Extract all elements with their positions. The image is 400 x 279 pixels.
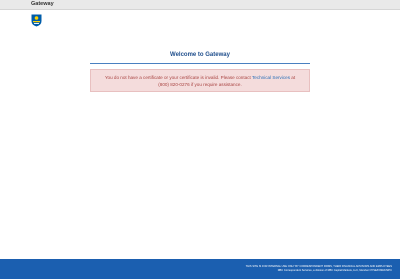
alert-text: You do not have a certificate or your ce… <box>104 75 252 80</box>
footer-legal: RBC Correspondent Services, a division o… <box>277 269 392 272</box>
heading-divider <box>90 63 310 64</box>
rbc-logo-icon[interactable] <box>31 14 42 27</box>
alert-line-2: (800) 820-0276 if you require assistance… <box>158 82 242 87</box>
page-title: Welcome to Gateway <box>170 52 230 58</box>
top-bar: Gateway <box>0 0 400 10</box>
footer: THIS SITE IS FOR INTERNAL USE ONLY BY CO… <box>0 259 400 279</box>
footer-disclaimer: THIS SITE IS FOR INTERNAL USE ONLY BY CO… <box>245 265 392 268</box>
error-alert: You do not have a certificate or your ce… <box>90 69 310 92</box>
alert-text-tail: at <box>290 75 296 80</box>
alert-line-1: You do not have a certificate or your ce… <box>91 74 309 81</box>
app-title: Gateway <box>31 1 54 7</box>
technical-services-link[interactable]: Technical Services <box>252 75 290 80</box>
